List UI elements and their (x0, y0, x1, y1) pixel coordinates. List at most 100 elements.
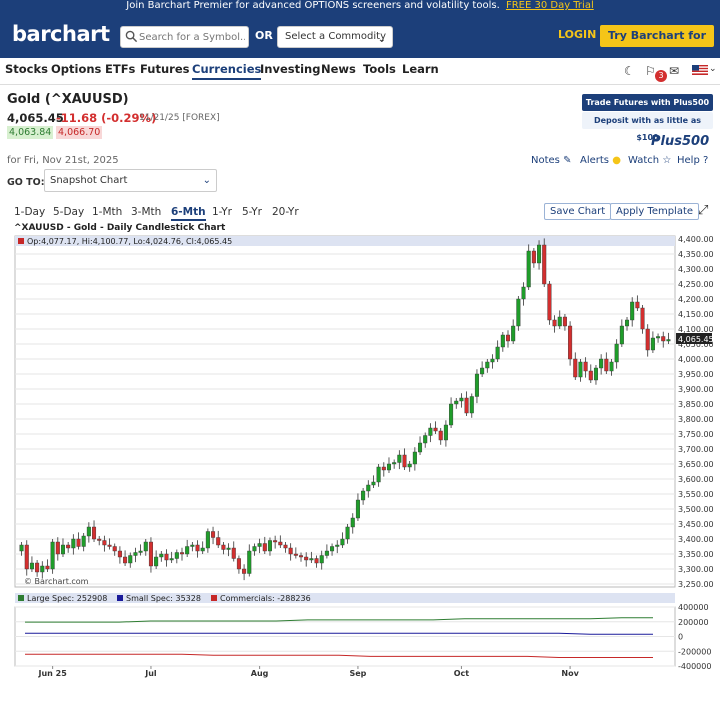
small-spec-label: Small Spec: 35328 (126, 594, 201, 603)
candle-body (438, 430, 443, 441)
candle-body (226, 547, 231, 550)
candlestick-chart[interactable]: Op:4,077.17, Hi:4,100.77, Lo:4,024.76, C… (0, 232, 720, 682)
candle-body (516, 298, 521, 327)
candle-body (314, 558, 319, 564)
range-1-mth[interactable]: 1-Mth (92, 206, 122, 218)
alert-icon: ● (612, 155, 621, 166)
price-tick-label: 4,300.00 (678, 265, 714, 274)
plus500-logo[interactable]: Plus500 (651, 134, 709, 149)
candle-body (531, 250, 536, 264)
nav-item-investing[interactable]: Investing (260, 62, 320, 76)
price-tick-label: 4,400.00 (678, 235, 714, 244)
candle-body (252, 546, 257, 552)
price-tick-label: 3,400.00 (678, 535, 714, 544)
ohlc-label: Op:4,077.17, Hi:4,100.77, Lo:4,024.76, C… (27, 237, 232, 246)
symbol-search-input[interactable] (139, 29, 245, 46)
price-tick-label: 3,450.00 (678, 520, 714, 529)
large-spec-label: Large Spec: 252908 (27, 594, 107, 603)
commercials-swatch (211, 595, 217, 601)
range-5-yr[interactable]: 5-Yr (242, 206, 262, 218)
apply-template-button[interactable]: Apply Template (610, 203, 700, 220)
price-tick-label: 3,850.00 (678, 400, 714, 409)
commodity-select-value: Select a Commodity (285, 31, 387, 42)
candle-body (288, 547, 293, 555)
candle (547, 281, 552, 325)
range-6-mth[interactable]: 6-Mth (171, 206, 206, 221)
moon-icon[interactable]: ☾ (624, 64, 635, 78)
candle-body (568, 325, 573, 360)
candle-body (428, 427, 433, 436)
nav-item-tools[interactable]: Tools (363, 62, 396, 76)
candle-body (355, 499, 360, 519)
candle-body (278, 541, 283, 546)
help-link[interactable]: Help ? (677, 155, 708, 166)
candle-body (92, 526, 97, 540)
watch-link[interactable]: Watch ☆ (628, 155, 671, 166)
candle-body (29, 562, 34, 570)
candle-body (376, 466, 381, 483)
symbol-search-box[interactable] (120, 26, 249, 48)
barchart-logo[interactable]: barchart (12, 22, 110, 46)
candle-body (505, 334, 511, 342)
candle-body (112, 546, 117, 552)
range-20-yr[interactable]: 20-Yr (272, 206, 299, 218)
nav-item-stocks[interactable]: Stocks (5, 62, 48, 76)
candle-body (340, 538, 345, 546)
candle-body (418, 442, 423, 453)
range-1-yr[interactable]: 1-Yr (212, 206, 232, 218)
nav-item-futures[interactable]: Futures (140, 62, 189, 76)
goto-select[interactable]: Snapshot Chart ⌄ (44, 169, 217, 192)
candle-body (386, 463, 391, 471)
chevron-down-icon: ⌄ (202, 175, 211, 186)
candle-body (495, 346, 500, 360)
candle-body (143, 541, 148, 552)
ohlc-legend-swatch (18, 238, 24, 244)
nav-item-news[interactable]: News (321, 62, 356, 76)
login-link[interactable]: LOGIN (558, 28, 596, 41)
promo-banner: Join Barchart Premier for advanced OPTIO… (0, 0, 720, 12)
candle-body (174, 552, 179, 559)
x-tick-label: Sep (349, 669, 366, 678)
expand-icon[interactable]: ⤢ (698, 203, 708, 218)
ad-trade-futures[interactable]: Trade Futures with Plus500 >> (582, 94, 713, 124)
nav-item-learn[interactable]: Learn (402, 62, 439, 76)
notes-link[interactable]: Notes ✎ (531, 155, 571, 166)
chevron-down-icon[interactable]: ⌄ (709, 64, 717, 74)
candle-body (231, 547, 236, 559)
save-chart-button[interactable]: Save Chart (544, 203, 612, 220)
nav-item-etfs[interactable]: ETFs (105, 62, 135, 76)
mail-icon[interactable]: ✉ (669, 64, 679, 78)
edit-icon: ✎ (563, 155, 572, 166)
x-tick-label: Nov (561, 669, 579, 678)
candle-body (200, 547, 205, 552)
us-flag-icon[interactable] (692, 65, 708, 75)
nav-item-currencies[interactable]: Currencies (192, 62, 262, 80)
candle-body (273, 540, 278, 543)
candle-body (366, 484, 371, 492)
range-3-mth[interactable]: 3-Mth (131, 206, 161, 218)
candle-body (169, 558, 174, 561)
candle-body (397, 454, 402, 463)
try-free-button[interactable]: Try Barchart for Free (600, 25, 714, 64)
promo-trial-link[interactable]: FREE 30 Day Trial (506, 0, 594, 11)
star-icon: ☆ (662, 155, 672, 166)
x-tick-label: Jul (144, 669, 157, 678)
range-5-day[interactable]: 5-Day (53, 206, 84, 218)
candle (516, 296, 521, 331)
candle-body (236, 558, 241, 570)
candle-body (443, 424, 448, 441)
alerts-link[interactable]: Alerts ● (580, 155, 621, 166)
ad-deposit[interactable]: Deposit with as little as $100 (582, 112, 713, 142)
candle-body (133, 552, 138, 556)
nav-item-options[interactable]: Options (51, 62, 101, 76)
candle-body (469, 396, 474, 414)
candle-body (614, 343, 619, 363)
price-tick-label: 3,800.00 (678, 415, 714, 424)
range-1-day[interactable]: 1-Day (14, 206, 45, 218)
commodity-select[interactable]: Select a Commodity ⌄ (277, 26, 393, 48)
price-tick-label: 4,100.00 (678, 325, 714, 334)
candle-body (128, 555, 133, 564)
candle-body (102, 540, 107, 546)
ask-price: 4,066.70 (56, 126, 103, 139)
price-tick-label: 3,900.00 (678, 385, 714, 394)
